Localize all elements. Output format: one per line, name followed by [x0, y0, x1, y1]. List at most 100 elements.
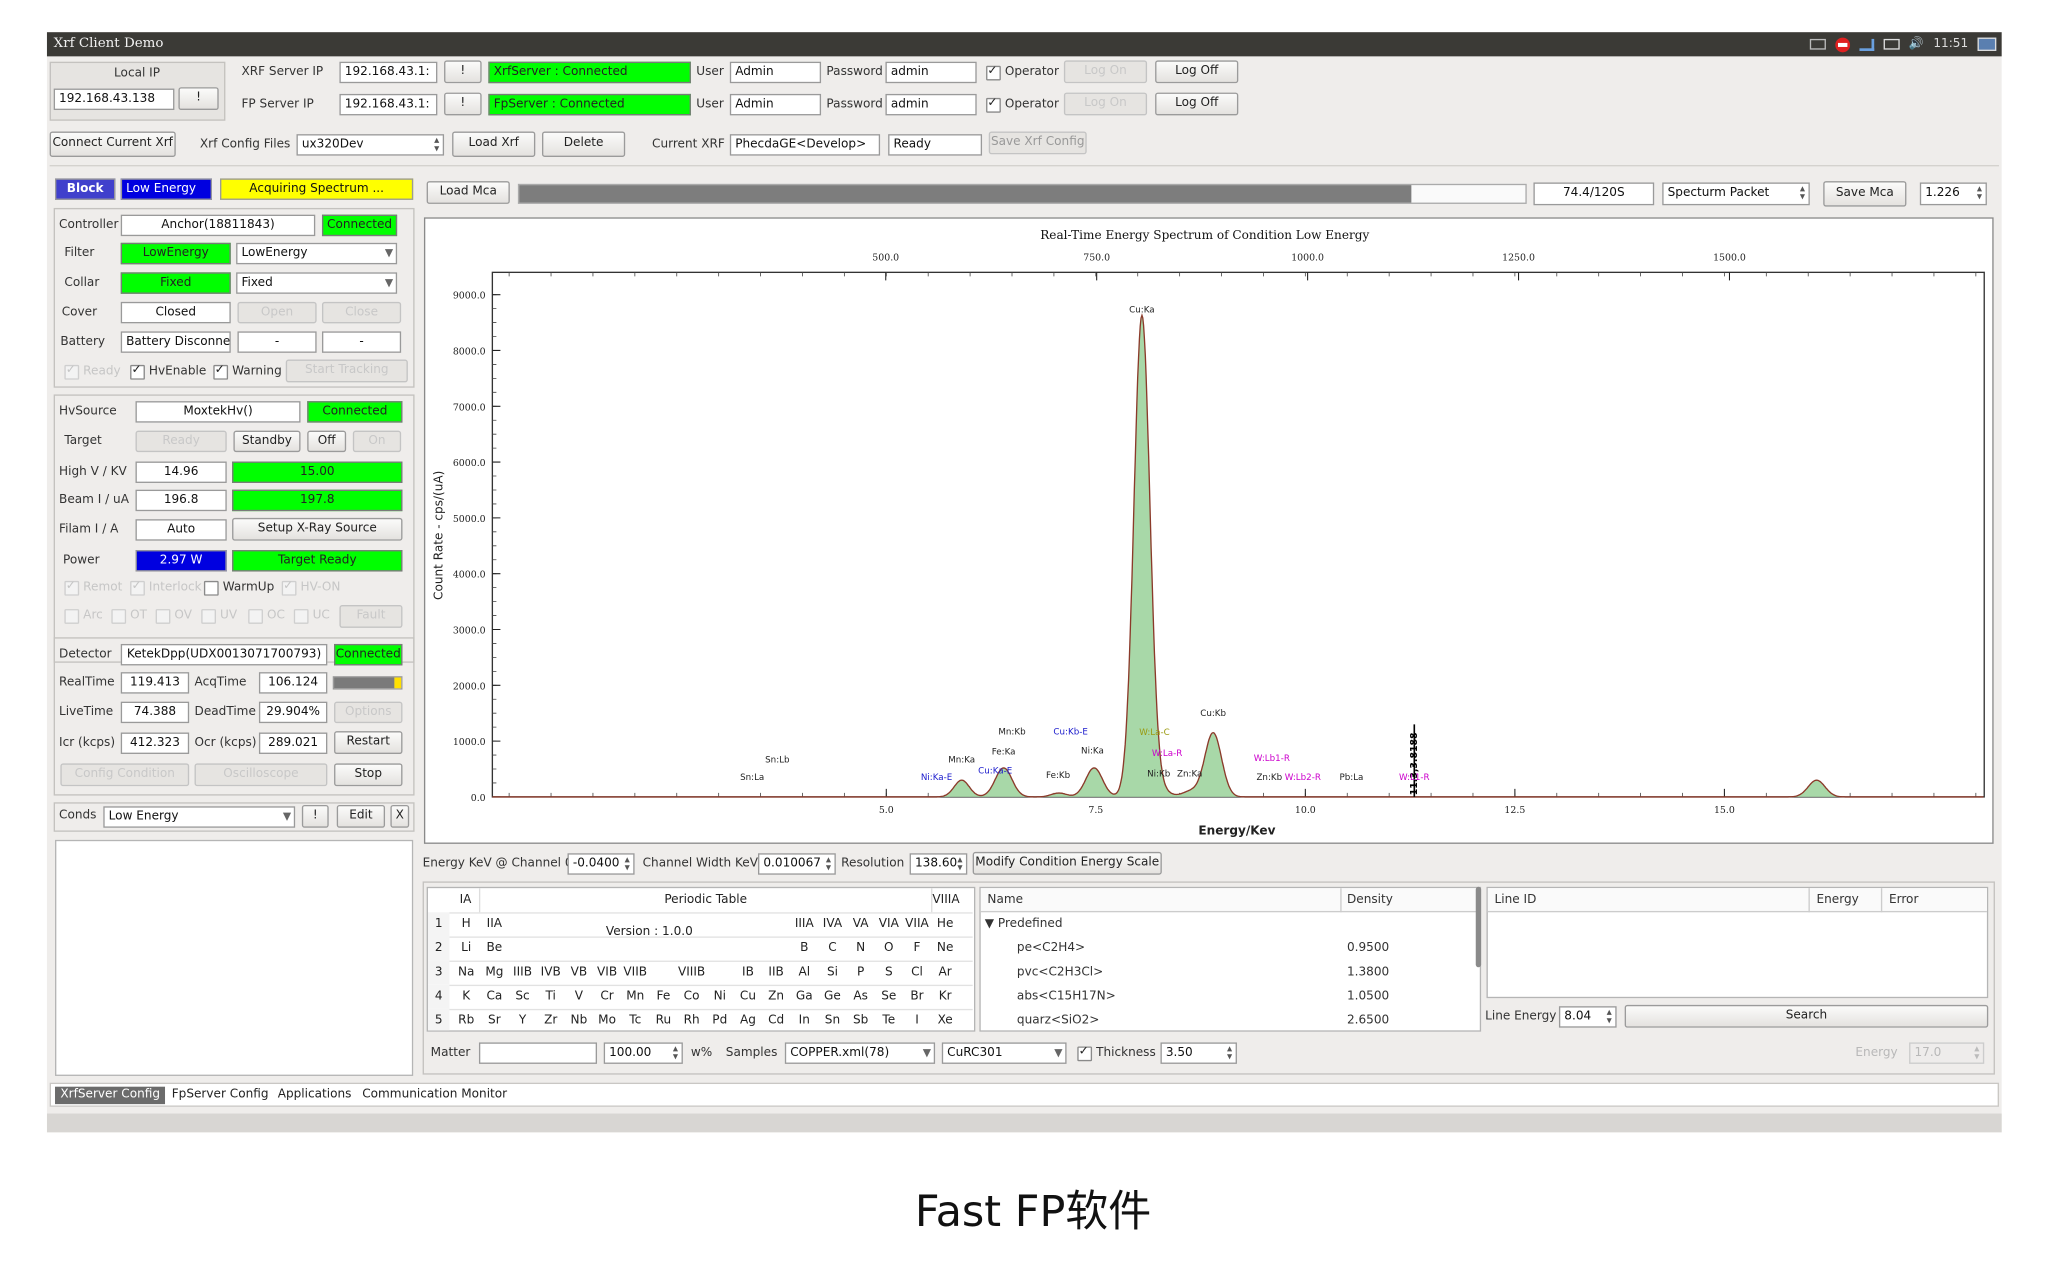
off-button[interactable]: Off: [307, 430, 347, 453]
xrf-user-field[interactable]: Admin: [729, 61, 822, 84]
load-xrf-button[interactable]: Load Xrf: [452, 131, 536, 157]
monitor-icon[interactable]: [1977, 37, 1997, 51]
remot-checkbox[interactable]: Remot: [64, 578, 122, 596]
tab-xrfserver-config[interactable]: XrfServer Config: [55, 1086, 166, 1105]
oc-checkbox[interactable]: OC: [248, 608, 285, 624]
fp-user-field[interactable]: Admin: [729, 93, 822, 116]
hvon-checkbox[interactable]: HV-ON: [281, 578, 340, 596]
channel-width-spinbox[interactable]: 0.010067 ▲ ▼: [758, 853, 836, 875]
element-cell[interactable]: Sr: [480, 1009, 508, 1030]
element-cell[interactable]: Ni: [706, 985, 734, 1009]
material-row[interactable]: pe<C2H4>: [1017, 938, 1085, 959]
element-cell[interactable]: Kr: [931, 985, 959, 1009]
cover-open-button[interactable]: Open: [237, 301, 317, 324]
element-cell[interactable]: Mo: [593, 1009, 621, 1030]
element-cell[interactable]: Sb: [847, 1009, 875, 1030]
interlock-checkbox[interactable]: Interlock: [130, 578, 202, 596]
filter-select[interactable]: LowEnergy ▼: [236, 242, 398, 265]
delete-button[interactable]: Delete: [542, 131, 626, 157]
element-cell[interactable]: Rb: [452, 1009, 480, 1030]
search-button[interactable]: Search: [1624, 1004, 1989, 1028]
fault-button[interactable]: Fault: [339, 605, 403, 628]
percent-spinbox[interactable]: 100.00 ▲ ▼: [603, 1042, 683, 1064]
uv-checkbox[interactable]: UV: [201, 608, 237, 624]
element-cell[interactable]: Ag: [734, 1009, 762, 1030]
element-cell[interactable]: Ne: [931, 936, 959, 960]
ov-checkbox[interactable]: OV: [155, 608, 192, 624]
start-tracking-button[interactable]: Start Tracking: [285, 359, 408, 383]
matter-field[interactable]: [478, 1042, 598, 1064]
line-id-header[interactable]: Line ID: [1495, 889, 1537, 910]
element-cell[interactable]: Be: [480, 936, 508, 960]
element-cell[interactable]: In: [790, 1009, 818, 1030]
standard-select[interactable]: CuRC301 ▼: [941, 1042, 1067, 1064]
keyboard-icon[interactable]: [1809, 38, 1826, 50]
energy-kev-spinbox[interactable]: -0.0400 ▲ ▼: [567, 853, 635, 875]
energy-header[interactable]: Energy: [1817, 889, 1859, 910]
local-ip-field[interactable]: 192.168.43.138: [53, 88, 175, 111]
fp-log-off-button[interactable]: Log Off: [1155, 92, 1239, 116]
xrf-log-on-button[interactable]: Log On: [1063, 60, 1148, 84]
element-cell[interactable]: C: [818, 936, 846, 960]
material-row[interactable]: pvc<C2H3Cl>: [1017, 962, 1103, 983]
target-ready-button[interactable]: Ready: [135, 430, 227, 453]
collar-select[interactable]: Fixed ▼: [236, 272, 398, 294]
xrf-ip-button[interactable]: !: [444, 60, 482, 84]
element-cell[interactable]: Rh: [678, 1009, 706, 1030]
element-cell[interactable]: Ti: [537, 985, 565, 1009]
materials-name-header[interactable]: Name: [987, 889, 1023, 910]
stop-icon[interactable]: [1835, 36, 1850, 52]
resolution-spinbox[interactable]: 138.60 ▲ ▼: [909, 853, 968, 875]
element-cell[interactable]: P: [847, 961, 875, 985]
material-row[interactable]: quarz<SiO2>: [1017, 1010, 1099, 1030]
element-cell[interactable]: K: [452, 985, 480, 1009]
element-cell[interactable]: Ru: [649, 1009, 677, 1030]
scale-spinbox[interactable]: 1.226 ▲ ▼: [1919, 182, 1987, 206]
element-cell[interactable]: Co: [678, 985, 706, 1009]
element-cell[interactable]: Cr: [593, 985, 621, 1009]
error-header[interactable]: Error: [1889, 889, 1918, 910]
predefined-group-row[interactable]: ▼ Predefined: [985, 914, 1063, 935]
element-cell[interactable]: Li: [452, 936, 480, 960]
spectrum-chart[interactable]: Real-Time Energy Spectrum of Condition L…: [425, 219, 1992, 843]
element-cell[interactable]: F: [903, 936, 931, 960]
element-cell[interactable]: Cu: [734, 985, 762, 1009]
save-mca-button[interactable]: Save Mca: [1823, 181, 1907, 207]
stop-button[interactable]: Stop: [334, 763, 403, 787]
hvenable-checkbox[interactable]: HvEnable: [130, 362, 206, 380]
ot-checkbox[interactable]: OT: [111, 608, 147, 624]
connect-current-xrf-button[interactable]: Connect Current Xrf: [49, 131, 176, 157]
element-cell[interactable]: Ar: [931, 961, 959, 985]
xrf-server-ip-field[interactable]: 192.168.43.1:: [339, 61, 438, 84]
element-cell[interactable]: Al: [790, 961, 818, 985]
cover-close-button[interactable]: Close: [321, 301, 402, 324]
load-mca-button[interactable]: Load Mca: [426, 181, 510, 204]
tab-fpserver-config[interactable]: FpServer Config: [166, 1087, 274, 1104]
materials-scrollbar[interactable]: [1475, 886, 1482, 968]
element-cell[interactable]: Cl: [903, 961, 931, 985]
mail-icon[interactable]: [1883, 38, 1900, 50]
packet-select[interactable]: Specturm Packet ▲ ▼: [1662, 182, 1810, 206]
tab-applications[interactable]: Applications: [272, 1087, 356, 1104]
element-cell[interactable]: N: [847, 936, 875, 960]
element-cell[interactable]: V: [565, 985, 593, 1009]
signal-icon[interactable]: [1859, 38, 1875, 51]
fp-operator-checkbox[interactable]: Operator: [986, 95, 1059, 113]
xrf-operator-checkbox[interactable]: Operator: [986, 63, 1059, 81]
element-cell[interactable]: Xe: [931, 1009, 959, 1030]
xrf-password-field[interactable]: admin: [885, 61, 977, 84]
modify-condition-button[interactable]: Modify Condition Energy Scale: [972, 851, 1162, 875]
config-condition-button[interactable]: Config Condition: [60, 763, 190, 787]
thickness-spinbox[interactable]: 3.50 ▲ ▼: [1160, 1042, 1237, 1064]
element-cell[interactable]: Fe: [649, 985, 677, 1009]
on-button[interactable]: On: [352, 430, 402, 453]
element-cell[interactable]: I: [903, 1009, 931, 1030]
element-cell[interactable]: Sn: [818, 1009, 846, 1030]
element-cell[interactable]: Na: [452, 961, 480, 985]
conds-excl-button[interactable]: !: [301, 804, 329, 828]
element-cell[interactable]: Br: [903, 985, 931, 1009]
setup-xray-button[interactable]: Setup X-Ray Source: [232, 517, 403, 541]
energy-spinbox[interactable]: 17.0 ▲ ▼: [1909, 1042, 1985, 1064]
fp-log-on-button[interactable]: Log On: [1063, 92, 1148, 116]
line-energy-spinbox[interactable]: 8.04 ▲ ▼: [1558, 1006, 1617, 1028]
